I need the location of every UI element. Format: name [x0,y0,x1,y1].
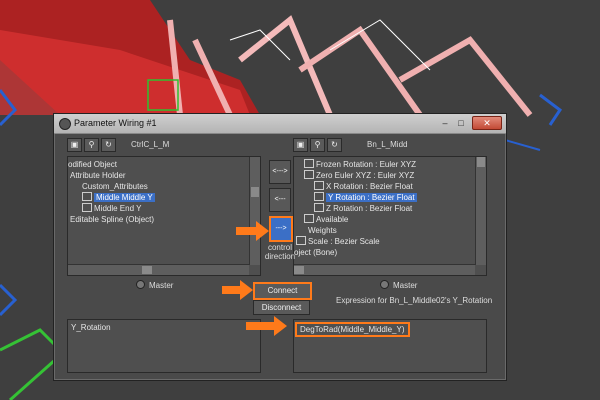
radio-icon[interactable] [136,280,145,289]
track-icon [304,214,314,223]
left-expression-text: Y_Rotation [71,323,111,332]
left-toolbar: ▣ ⚲ ↻ CtrlC_L_M [67,138,247,152]
left-horizontal-scrollbar[interactable] [68,264,249,275]
scroll-thumb[interactable] [294,266,304,274]
title-bar[interactable]: Parameter Wiring #1 – □ ✕ [54,114,506,134]
tree-item[interactable]: Scale : Bezier Scale [296,236,380,247]
minimize-button[interactable]: – [437,117,453,129]
tree-item[interactable]: Editable Spline (Object) [70,214,154,225]
expression-for-label: Expression for Bn_L_Middle02's Y_Rotatio… [336,296,493,305]
scroll-thumb[interactable] [477,157,485,167]
right-arrow-button[interactable]: ---> [269,216,293,242]
tree-item[interactable]: Middle End Y [82,203,141,214]
scroll-thumb[interactable] [142,266,152,274]
control-direction-label: control direction [264,243,296,261]
right-node-name: Bn_L_Midd [367,140,408,149]
right-tree[interactable]: Frozen Rotation : Euler XYZ Zero Euler X… [293,156,487,276]
annotation-arrow-icon [222,280,253,300]
track-icon [314,181,324,190]
scroll-thumb[interactable] [251,187,259,197]
right-expression-box[interactable]: DegToRad(Middle_Middle_Y) [293,319,487,373]
refresh-icon[interactable]: ↻ [101,138,116,152]
track-icon [314,203,324,212]
close-button[interactable]: ✕ [472,116,502,130]
window-title: Parameter Wiring #1 [74,118,157,128]
tree-item[interactable]: Frozen Rotation : Euler XYZ [304,159,416,170]
tree-item[interactable]: Attribute Holder [70,170,126,181]
refresh-icon[interactable]: ↻ [327,138,342,152]
tree-item[interactable]: odified Object [68,159,117,170]
tree-item[interactable]: Custom_Attributes [82,181,148,192]
tree-item[interactable]: Zero Euler XYZ : Euler XYZ [304,170,414,181]
left-expression-box[interactable]: Y_Rotation [67,319,261,373]
right-expression-text: DegToRad(Middle_Middle_Y) [295,322,410,337]
radio-icon[interactable] [380,280,389,289]
annotation-arrow-icon [246,316,287,336]
parameter-wiring-dialog: Parameter Wiring #1 – □ ✕ ▣ ⚲ ↻ CtrlC_L_… [53,113,507,381]
left-master-radio[interactable]: Master [136,280,173,290]
tree-item[interactable]: Weights [308,225,337,236]
left-arrow-button[interactable]: <--- [269,188,291,212]
bidirectional-arrow-button[interactable]: <---> [269,160,291,184]
folder-icon[interactable]: ▣ [67,138,82,152]
tree-item[interactable]: Middle Middle Y [82,192,155,203]
app-icon [59,118,71,130]
selected-track-label: Y Rotation : Bezier Float [326,193,417,202]
maximize-button[interactable]: □ [453,117,469,129]
binoculars-icon[interactable]: ⚲ [310,138,325,152]
right-vertical-scrollbar[interactable] [475,157,486,265]
tree-item[interactable]: Available [304,214,348,225]
track-icon [82,203,92,212]
right-toolbar: ▣ ⚲ ↻ Bn_L_Midd [293,138,493,152]
binoculars-icon[interactable]: ⚲ [84,138,99,152]
selected-track-label: Middle Middle Y [94,193,155,202]
connect-button[interactable]: Connect [253,282,312,300]
track-icon [304,159,314,168]
folder-icon[interactable]: ▣ [293,138,308,152]
tree-item[interactable]: Z Rotation : Bezier Float [314,203,412,214]
right-master-radio[interactable]: Master [380,280,417,290]
left-node-name: CtrlC_L_M [131,140,170,149]
tree-item[interactable]: X Rotation : Bezier Float [314,181,413,192]
annotation-arrow-icon [236,221,269,241]
track-icon [304,170,314,179]
track-icon [314,192,324,201]
left-tree[interactable]: odified Object Attribute Holder Custom_A… [67,156,261,276]
disconnect-button[interactable]: Disconnect [253,300,310,315]
track-icon [82,192,92,201]
right-horizontal-scrollbar[interactable] [294,264,475,275]
tree-item[interactable]: Y Rotation : Bezier Float [314,192,417,203]
